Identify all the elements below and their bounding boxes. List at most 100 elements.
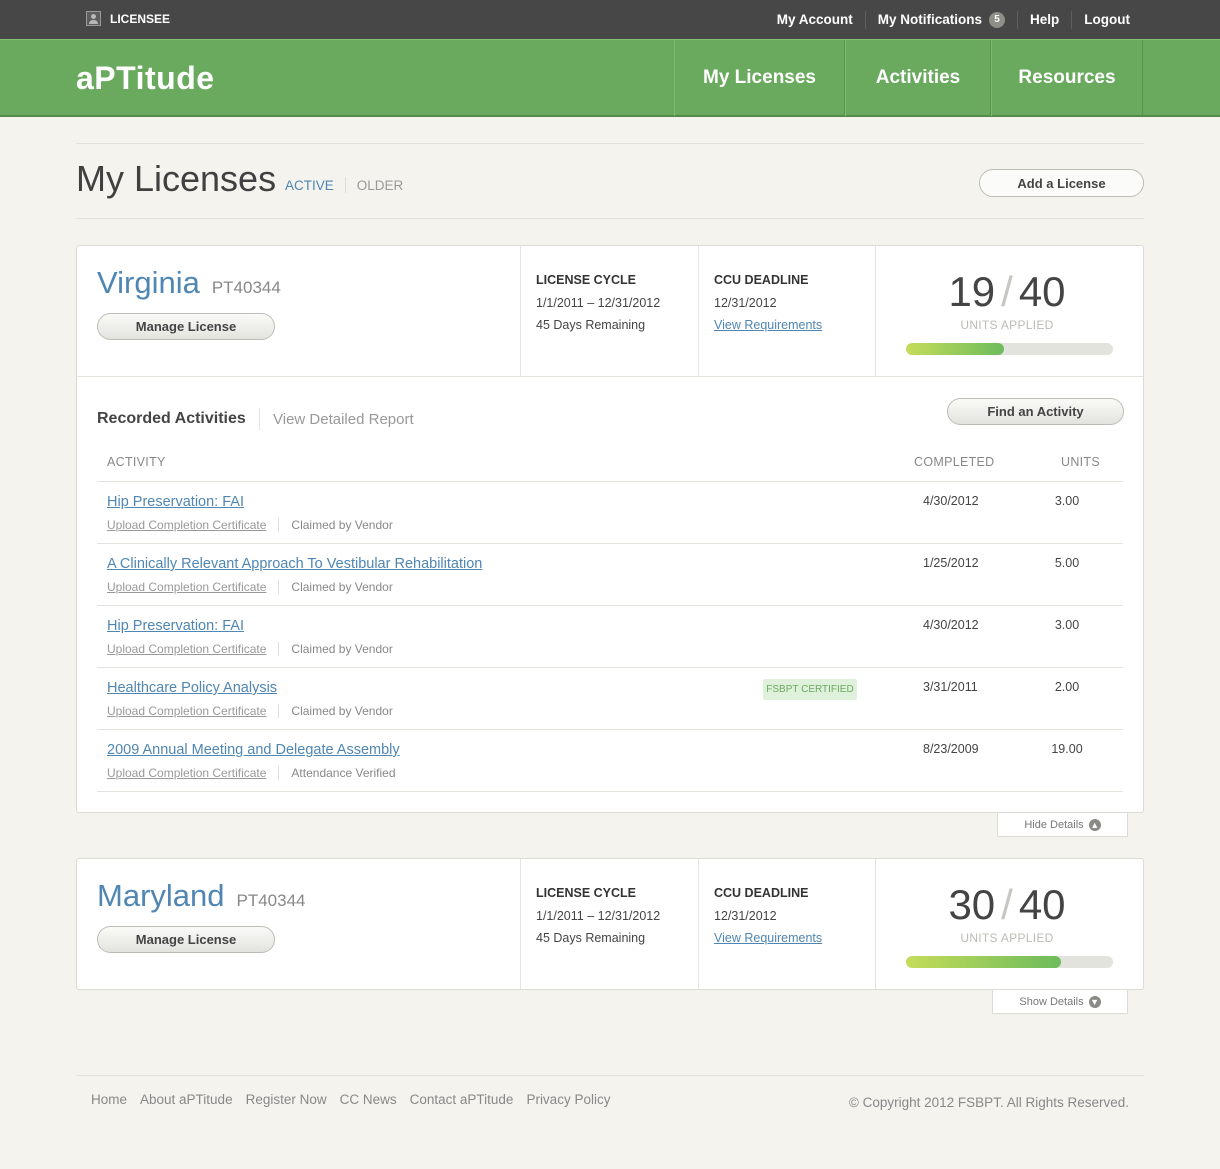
- tab-separator: [344, 177, 346, 193]
- divider: [278, 642, 280, 656]
- completed-date: 4/30/2012: [923, 494, 979, 508]
- activity-title-link[interactable]: Healthcare Policy Analysis: [107, 680, 277, 696]
- find-activity-button[interactable]: Find an Activity: [947, 398, 1124, 425]
- activity-title-link[interactable]: 2009 Annual Meeting and Delegate Assembl…: [107, 742, 400, 758]
- units-progress-bar: [906, 343, 1113, 355]
- activity-title-link[interactable]: Hip Preservation: FAI: [107, 618, 244, 634]
- units-progress-fill: [906, 343, 1005, 355]
- view-requirements-link[interactable]: View Requirements: [714, 931, 822, 945]
- my-account-link[interactable]: My Account: [765, 11, 865, 29]
- license-cycle-label: LICENSE CYCLE: [536, 886, 637, 900]
- recorded-activities-title: Recorded Activities: [97, 410, 246, 427]
- completed-date: 8/23/2009: [923, 742, 979, 756]
- license-cycle: LICENSE CYCLE 1/1/2011 – 12/31/2012 45 D…: [520, 859, 698, 989]
- divider: [278, 704, 280, 718]
- ccu-deadline-date: 12/31/2012: [714, 909, 777, 923]
- help-link[interactable]: Help: [1017, 10, 1071, 29]
- licensee-label: LICENSEE: [86, 11, 170, 26]
- upload-certificate-link[interactable]: Upload Completion Certificate: [107, 704, 266, 718]
- nav-activities[interactable]: Activities: [845, 40, 991, 116]
- divider: [76, 1075, 1144, 1076]
- tab-active[interactable]: ACTIVE: [285, 178, 345, 193]
- units-panel: 30/40 UNITS APPLIED: [875, 859, 1143, 989]
- license-summary: Maryland PT40344 Manage License LICENSE …: [77, 859, 1143, 989]
- upload-certificate-link[interactable]: Upload Completion Certificate: [107, 766, 266, 780]
- units-count: 19/40: [948, 268, 1066, 315]
- units-count: 30/40: [948, 881, 1066, 928]
- license-summary: Virginia PT40344 Manage License LICENSE …: [77, 246, 1143, 376]
- table-row: A Clinically Relevant Approach To Vestib…: [97, 544, 1123, 606]
- nav-my-licenses[interactable]: My Licenses: [674, 40, 845, 116]
- activity-title-link[interactable]: Hip Preservation: FAI: [107, 494, 244, 510]
- footer-about-link[interactable]: About aPTitude: [140, 1092, 233, 1107]
- license-heading: Maryland PT40344: [97, 878, 306, 914]
- column-activity: ACTIVITY: [107, 455, 166, 469]
- table-row: Hip Preservation: FAI Upload Completion …: [97, 482, 1123, 544]
- license-number: PT40344: [211, 278, 281, 297]
- units-panel: 19/40 UNITS APPLIED: [875, 246, 1143, 376]
- upload-certificate-link[interactable]: Upload Completion Certificate: [107, 580, 266, 594]
- fsbpt-certified-badge: FSBPT CERTIFIED: [763, 679, 857, 700]
- days-remaining: 45 Days Remaining: [536, 931, 646, 945]
- arrow-down-circle-icon: ▼: [1088, 995, 1101, 1008]
- show-details-button[interactable]: Show Details ▼: [992, 990, 1128, 1014]
- logout-link[interactable]: Logout: [1071, 10, 1130, 29]
- footer-home-link[interactable]: Home: [91, 1092, 127, 1107]
- footer-register-link[interactable]: Register Now: [246, 1092, 327, 1107]
- account-links: My Account My Notifications 5 Help Logou…: [765, 0, 1130, 39]
- column-units: UNITS: [1061, 455, 1100, 469]
- ccu-deadline: CCU DEADLINE 12/31/2012 View Requirement…: [698, 859, 875, 989]
- license-tabs: ACTIVE OLDER: [285, 177, 414, 193]
- units-progress-bar: [906, 956, 1113, 968]
- tab-older[interactable]: OLDER: [357, 178, 415, 193]
- add-license-button[interactable]: Add a License: [979, 169, 1144, 197]
- view-detailed-report-link[interactable]: View Detailed Report: [273, 411, 414, 428]
- table-row: 2009 Annual Meeting and Delegate Assembl…: [97, 730, 1123, 792]
- recorded-activities: Recorded Activities View Detailed Report…: [77, 376, 1143, 792]
- licensee-text: LICENSEE: [110, 11, 171, 26]
- footer-cc-news-link[interactable]: CC News: [340, 1092, 397, 1107]
- upload-certificate-link[interactable]: Upload Completion Certificate: [107, 518, 266, 532]
- units-applied-label: UNITS APPLIED: [960, 318, 1054, 332]
- license-state: Virginia: [97, 265, 200, 300]
- ccu-deadline-label: CCU DEADLINE: [714, 886, 809, 900]
- arrow-up-circle-icon: ▲: [1088, 818, 1101, 831]
- show-details-label: Show Details: [1019, 995, 1084, 1008]
- activity-units: 3.00: [1054, 618, 1080, 632]
- license-cycle: LICENSE CYCLE 1/1/2011 – 12/31/2012 45 D…: [520, 246, 698, 376]
- completed-date: 1/25/2012: [923, 556, 979, 570]
- license-state: Maryland: [97, 878, 225, 913]
- activity-title-link[interactable]: A Clinically Relevant Approach To Vestib…: [107, 556, 482, 572]
- divider: [76, 218, 1144, 219]
- notifications-count-badge: 5: [989, 11, 1005, 28]
- units-applied-value: 19: [948, 268, 996, 315]
- footer-contact-link[interactable]: Contact aPTitude: [410, 1092, 514, 1107]
- activities-table-header: ACTIVITY COMPLETED UNITS: [97, 455, 1123, 482]
- hide-details-button[interactable]: Hide Details ▲: [997, 813, 1128, 837]
- activity-status: Claimed by Vendor: [291, 580, 393, 594]
- table-row: Hip Preservation: FAI Upload Completion …: [97, 606, 1123, 668]
- my-notifications-link[interactable]: My Notifications 5: [864, 10, 1017, 29]
- footer-privacy-link[interactable]: Privacy Policy: [526, 1092, 610, 1107]
- ccu-deadline-date: 12/31/2012: [714, 296, 777, 310]
- site-header: aPTitude My Licenses Activities Resource…: [0, 39, 1220, 117]
- units-applied-label: UNITS APPLIED: [960, 931, 1054, 945]
- aptitude-logo[interactable]: aPTitude: [76, 60, 215, 97]
- divider: [76, 143, 1144, 144]
- main-nav: My Licenses Activities Resources: [674, 40, 1143, 116]
- ccu-deadline: CCU DEADLINE 12/31/2012 View Requirement…: [698, 246, 875, 376]
- hide-details-label: Hide Details: [1024, 818, 1084, 831]
- manage-license-button[interactable]: Manage License: [97, 313, 275, 340]
- activity-status: Attendance Verified: [291, 766, 396, 780]
- activity-units: 19.00: [1051, 742, 1083, 756]
- activity-units: 5.00: [1054, 556, 1080, 570]
- license-card-virginia: Virginia PT40344 Manage License LICENSE …: [76, 245, 1144, 813]
- nav-resources[interactable]: Resources: [991, 40, 1143, 116]
- ccu-deadline-label: CCU DEADLINE: [714, 273, 809, 287]
- manage-license-button[interactable]: Manage License: [97, 926, 275, 953]
- table-row: Healthcare Policy Analysis Upload Comple…: [97, 668, 1123, 730]
- activity-status: Claimed by Vendor: [291, 642, 393, 656]
- view-requirements-link[interactable]: View Requirements: [714, 318, 822, 332]
- divider: [278, 766, 280, 780]
- upload-certificate-link[interactable]: Upload Completion Certificate: [107, 642, 266, 656]
